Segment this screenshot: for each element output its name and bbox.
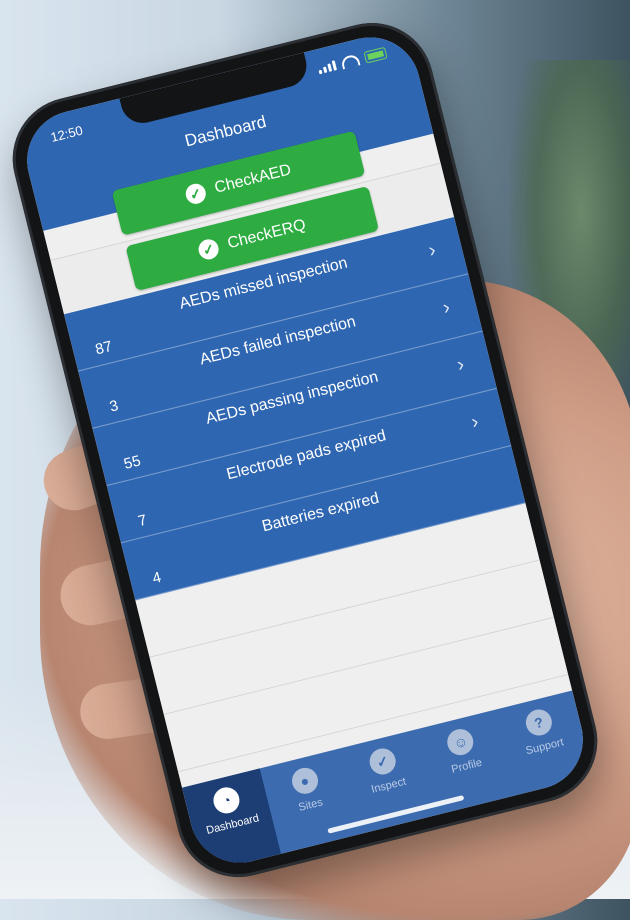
tab-label: Profile xyxy=(450,756,484,776)
battery-icon xyxy=(363,46,388,64)
map-pin-icon: ● xyxy=(288,765,321,797)
stat-count: 3 xyxy=(107,397,121,416)
user-icon: ☺ xyxy=(444,726,477,758)
checkerq-label: CheckERQ xyxy=(225,216,308,253)
status-icons xyxy=(317,46,388,76)
question-icon: ? xyxy=(522,706,555,739)
tab-label: Dashboard xyxy=(205,812,261,837)
check-icon: ✓ xyxy=(183,181,208,206)
tab-label: Inspect xyxy=(370,775,408,796)
check-circle-icon: ✓ xyxy=(366,745,399,778)
tab-label: Support xyxy=(524,736,565,758)
wifi-icon xyxy=(340,53,361,70)
tab-label: Sites xyxy=(297,796,325,814)
check-icon: ✓ xyxy=(196,237,221,262)
checkaed-label: CheckAED xyxy=(212,161,293,197)
status-time: 12:50 xyxy=(49,122,85,145)
stat-count: 7 xyxy=(136,511,149,531)
signal-icon xyxy=(317,60,338,75)
stat-count: 55 xyxy=(122,452,143,473)
stat-count: 87 xyxy=(93,337,114,359)
stat-count: 4 xyxy=(150,568,163,588)
gauge-icon: ◔ xyxy=(210,784,243,817)
